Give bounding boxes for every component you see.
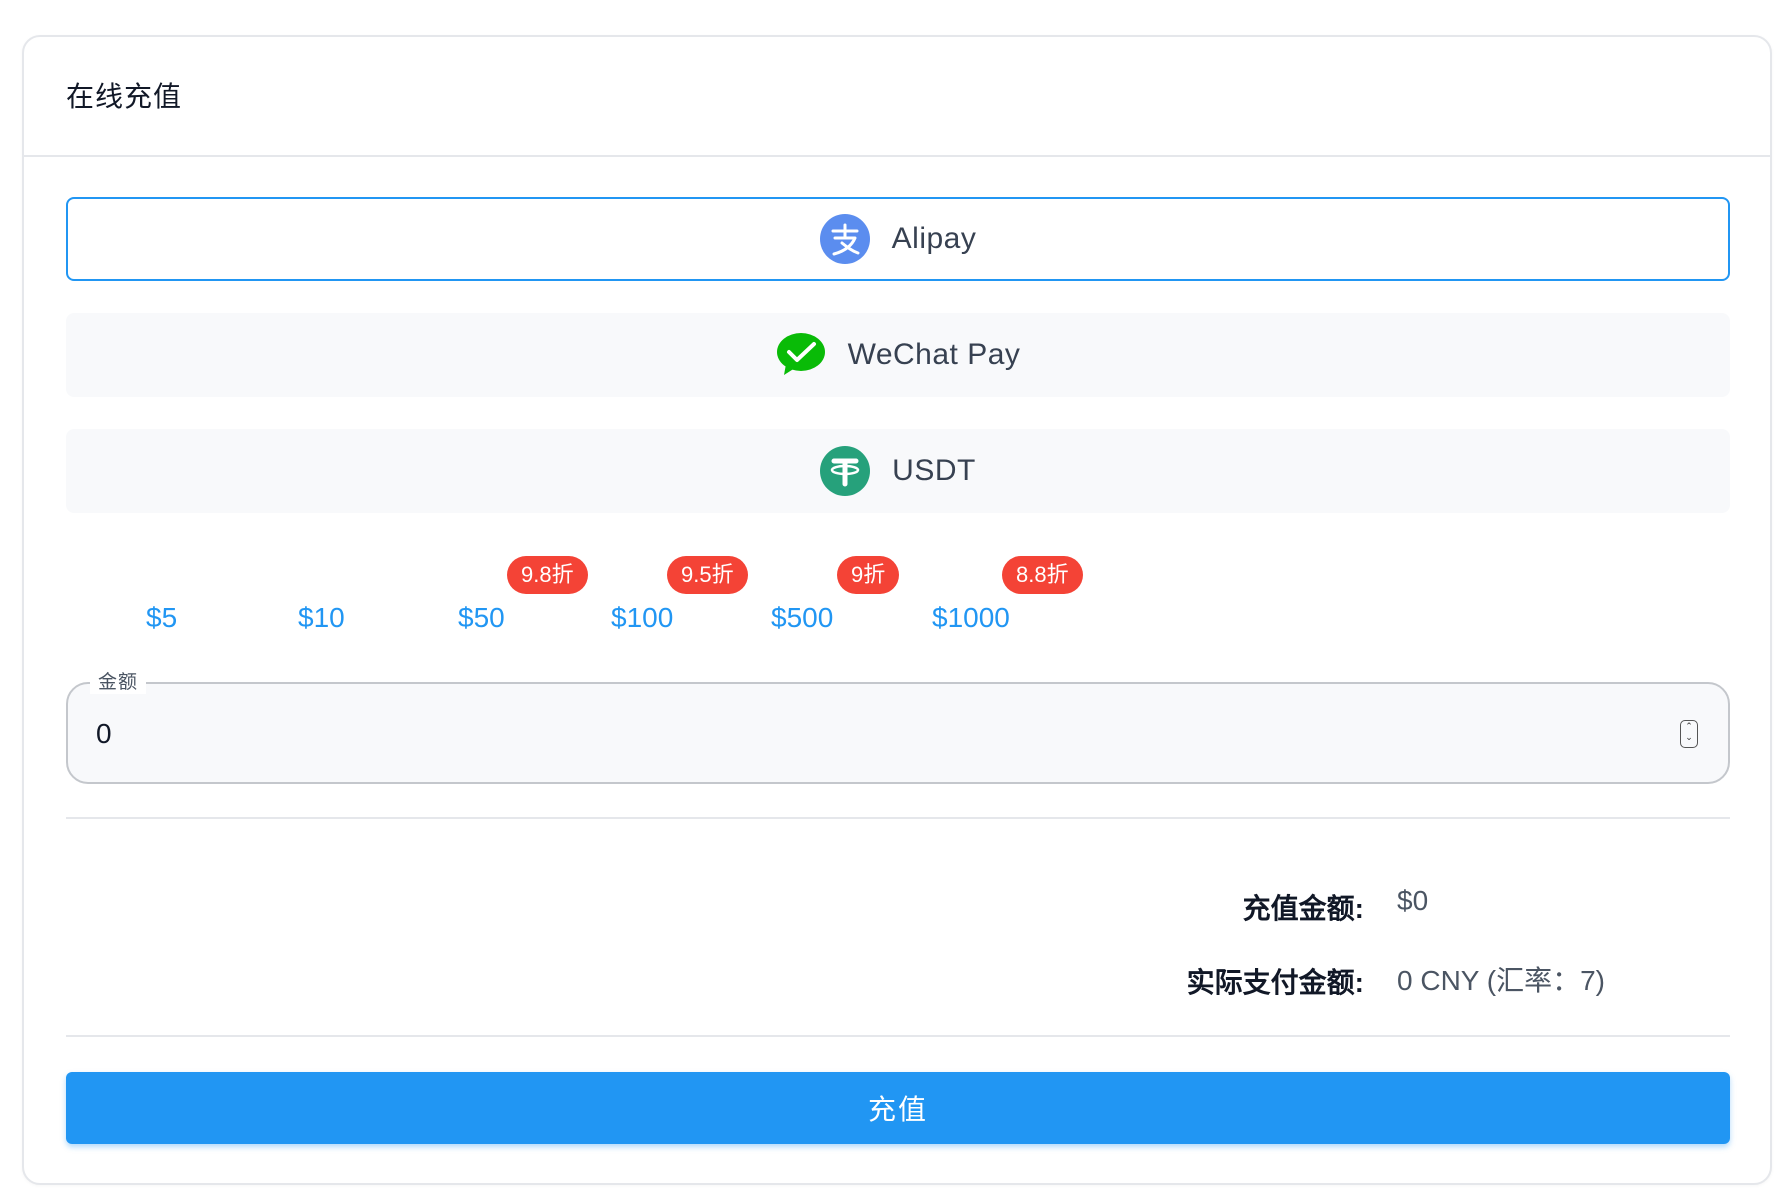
preset-amount-label: $1000: [932, 602, 1010, 633]
discount-badge: 9.5折: [667, 556, 748, 594]
chevron-down-icon[interactable]: ⌄: [1681, 732, 1697, 743]
amount-input[interactable]: [94, 708, 1638, 760]
divider: [66, 1035, 1730, 1037]
preset-amount-500[interactable]: $500: [771, 602, 833, 652]
usdt-icon: [820, 446, 871, 496]
wechat-pay-icon: [776, 333, 825, 375]
payment-option-label: WeChat Pay: [847, 338, 1021, 371]
amount-stepper[interactable]: ⌃ ⌄: [1680, 720, 1698, 748]
recharge-amount-value: $0: [1397, 885, 1429, 916]
amount-field: 金额 ⌃ ⌄: [66, 667, 1730, 784]
divider: [66, 817, 1730, 819]
preset-amount-10[interactable]: $10: [298, 602, 345, 652]
payment-option-label: USDT: [892, 454, 976, 487]
recharge-amount-label: 充值金额:: [1242, 893, 1364, 924]
payment-option-wechat[interactable]: WeChat Pay: [66, 313, 1730, 397]
payment-option-alipay[interactable]: Alipay: [66, 197, 1730, 281]
discount-badge: 9折: [837, 556, 900, 594]
discount-badge: 8.8折: [1002, 556, 1083, 594]
actual-payment-label: 实际支付金额:: [1186, 967, 1364, 998]
recharge-card: 在线充值 Alipay WeChat Pay USDT $5 $10 $50 9…: [22, 35, 1772, 1185]
preset-amount-label: $50: [458, 602, 505, 633]
recharge-submit-button[interactable]: 充值: [66, 1072, 1730, 1144]
preset-amount-5[interactable]: $5: [146, 602, 177, 652]
alipay-icon: [819, 214, 870, 264]
actual-payment-value: 0 CNY (汇率：7): [1397, 965, 1605, 996]
discount-badge: 9.8折: [507, 556, 588, 594]
preset-amount-1000[interactable]: $1000: [932, 602, 1010, 652]
amount-field-label: 金额: [90, 667, 147, 694]
preset-amount-label: $5: [146, 602, 178, 633]
preset-amount-label: $500: [771, 602, 834, 633]
preset-amount-100[interactable]: $100: [611, 602, 673, 652]
payment-option-usdt[interactable]: USDT: [66, 429, 1730, 513]
card-header: 在线充值: [24, 37, 1770, 157]
payment-option-label: Alipay: [891, 222, 977, 255]
preset-amount-label: $10: [298, 602, 345, 633]
preset-amount-label: $100: [611, 602, 674, 633]
page-title: 在线充值: [66, 81, 183, 112]
chevron-up-icon[interactable]: ⌃: [1681, 721, 1697, 732]
preset-amount-50[interactable]: $50: [458, 602, 505, 652]
